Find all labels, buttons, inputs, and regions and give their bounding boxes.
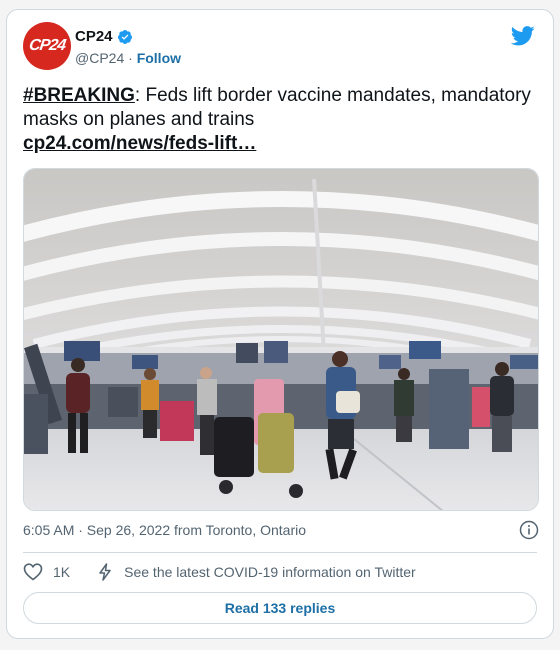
- avatar[interactable]: CP24: [23, 22, 71, 70]
- heart-icon: [23, 563, 43, 581]
- handle-separator: ·: [124, 50, 137, 66]
- tweet-photo[interactable]: [23, 168, 539, 511]
- tweet-card: CP24 CP24 @CP24 · Follow #BREAKING: Feds…: [6, 9, 554, 639]
- author-handle-row: @CP24 · Follow: [75, 50, 181, 66]
- like-count: 1K: [53, 564, 71, 580]
- follow-button[interactable]: Follow: [137, 50, 181, 66]
- verified-badge-icon: [117, 29, 132, 44]
- airport-terminal-photo: [24, 169, 538, 510]
- divider: [23, 552, 537, 553]
- author-name[interactable]: CP24: [75, 28, 113, 45]
- avatar-logo-text: CP24: [27, 37, 67, 54]
- tweet-actions: 1K See the latest COVID-19 information o…: [23, 563, 416, 581]
- twitter-bird-icon[interactable]: [511, 26, 535, 46]
- lightning-icon: [99, 563, 111, 581]
- hashtag-link[interactable]: #BREAKING: [23, 85, 135, 106]
- article-link[interactable]: cp24.com/news/feds-lift…: [23, 133, 256, 154]
- covid-info-text: See the latest COVID-19 information on T…: [124, 564, 416, 580]
- tweet-text: #BREAKING: Feds lift border vaccine mand…: [23, 84, 543, 156]
- author-name-row: CP24: [75, 28, 133, 45]
- tweet-timestamp[interactable]: 6:05 AM · Sep 26, 2022 from Toronto, Ont…: [23, 522, 306, 538]
- covid-info-link[interactable]: See the latest COVID-19 information on T…: [98, 563, 416, 581]
- author-handle[interactable]: @CP24: [75, 50, 124, 66]
- info-icon[interactable]: [519, 520, 539, 540]
- read-replies-button[interactable]: Read 133 replies: [23, 592, 537, 624]
- like-action[interactable]: 1K: [23, 563, 70, 581]
